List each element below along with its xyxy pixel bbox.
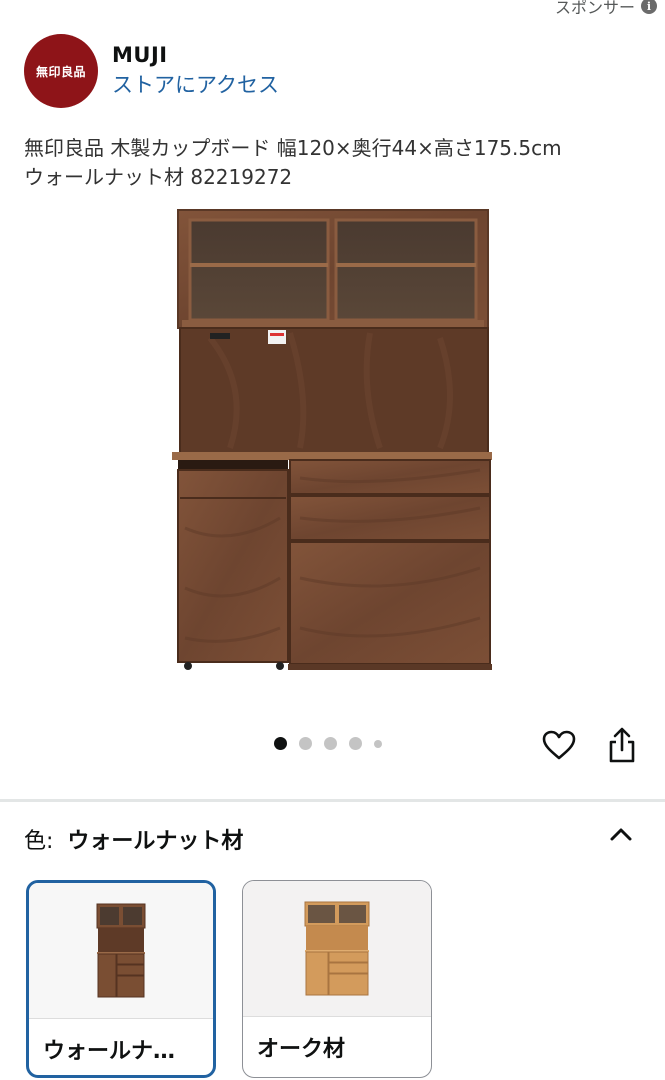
carousel-dot[interactable] (374, 739, 382, 748)
color-variation-header[interactable]: 色: ウォールナット材 (24, 822, 641, 856)
color-option-walnut[interactable]: ウォールナ… (26, 880, 216, 1078)
color-option-oak[interactable]: オーク材 (242, 880, 432, 1078)
brand-name: MUJI (112, 43, 168, 67)
color-label: 色: (24, 829, 54, 854)
sponsored-text: スポンサー (554, 0, 635, 17)
sponsored-label[interactable]: スポンサー i (555, 0, 657, 18)
visit-store-link[interactable]: ストアにアクセス (112, 69, 279, 99)
carousel-dot[interactable] (324, 737, 337, 750)
brand-logo[interactable]: 無印良品 (24, 34, 98, 108)
cupboard-illustration (172, 209, 492, 670)
carousel-dot[interactable] (274, 737, 287, 750)
product-title-line-1: 無印良品 木製カップボード 幅120×奥行44×高さ175.5cm (24, 136, 562, 160)
favorite-button[interactable] (540, 726, 578, 764)
carousel-dot[interactable] (349, 737, 362, 750)
brand-text: MUJI ストアにアクセス (112, 43, 279, 99)
section-divider (0, 799, 665, 802)
image-carousel-dots[interactable] (274, 737, 382, 750)
brand-header[interactable]: 無印良品 MUJI ストアにアクセス (24, 34, 279, 108)
brand-logo-text: 無印良品 (35, 64, 86, 79)
info-icon[interactable]: i (641, 0, 657, 14)
color-option-image (243, 881, 431, 1017)
carousel-dot[interactable] (299, 737, 312, 750)
cupboard-thumbnail-oak (304, 901, 370, 995)
product-title[interactable]: 無印良品 木製カップボード 幅120×奥行44×高さ175.5cm ウォールナッ… (24, 134, 641, 192)
selected-color-value: ウォールナット材 (67, 829, 244, 854)
color-option-label: ウォールナ… (43, 1039, 176, 1064)
product-title-line-2: ウォールナット材 82219272 (24, 165, 293, 189)
share-button[interactable] (603, 724, 641, 766)
cupboard-thumbnail-walnut (96, 903, 146, 997)
heart-icon (542, 730, 576, 760)
color-option-label: オーク材 (257, 1037, 346, 1062)
color-option-image (29, 883, 213, 1019)
share-icon (609, 727, 635, 763)
chevron-up-icon[interactable] (609, 826, 633, 842)
product-image[interactable] (170, 208, 494, 676)
